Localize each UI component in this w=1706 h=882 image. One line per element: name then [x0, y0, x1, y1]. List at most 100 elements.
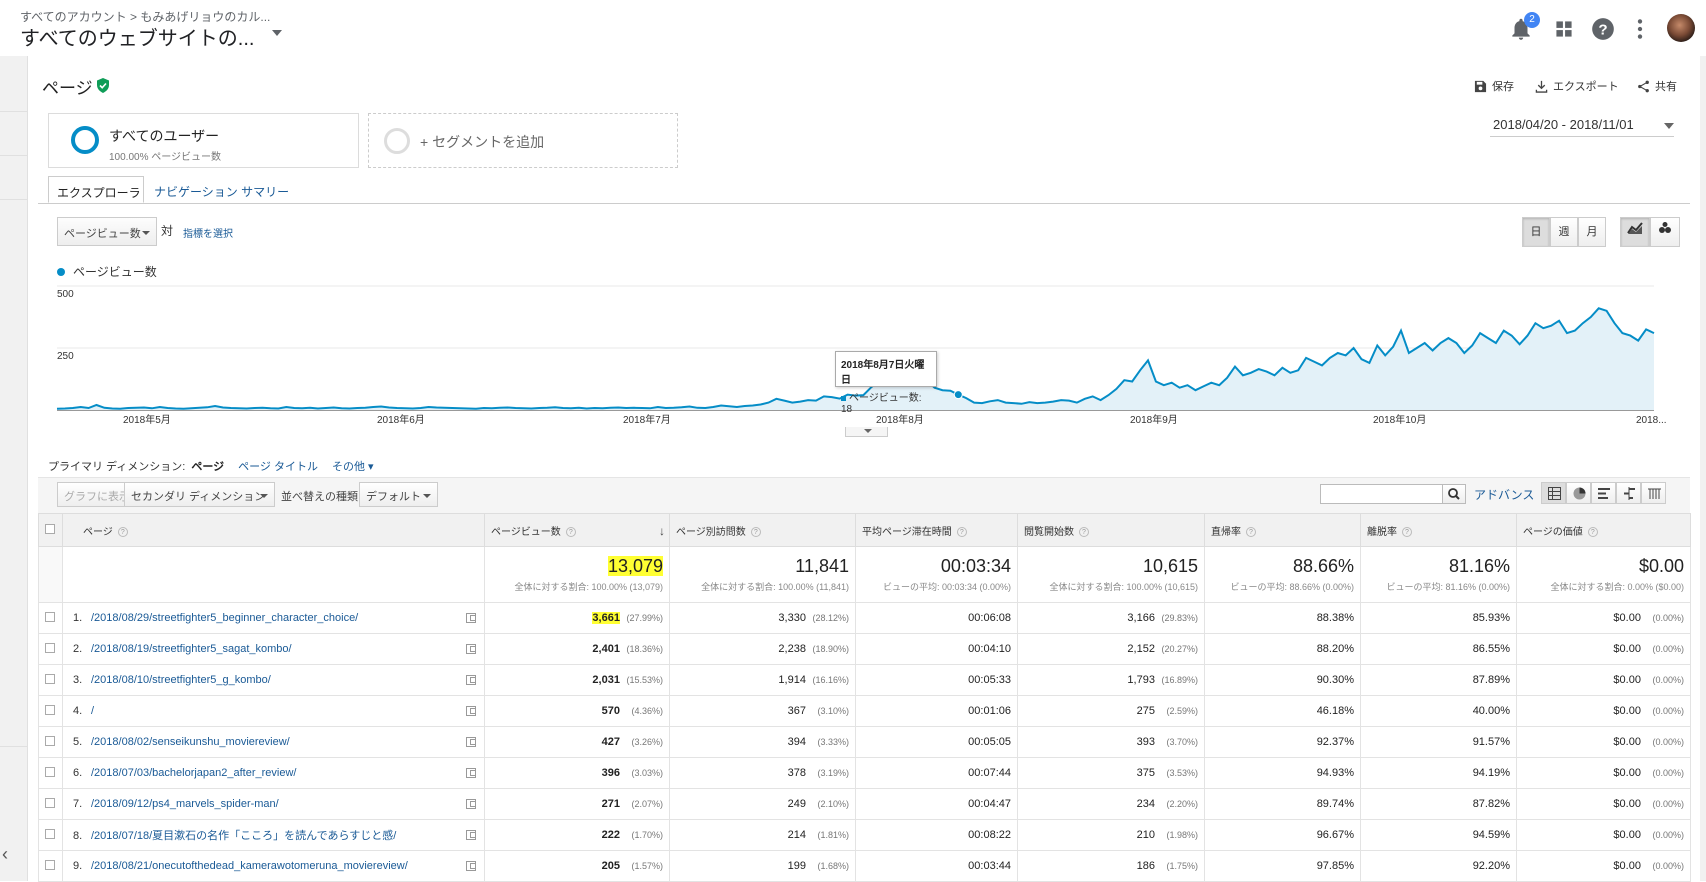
term-cloud-view-button[interactable]	[1641, 482, 1666, 504]
page-link[interactable]: /2018/09/12/ps4_marvels_spider-man/	[91, 798, 279, 810]
row-index: 8.	[73, 830, 83, 842]
column-header-pageviews[interactable]: ページビュー数? ↓	[484, 513, 670, 547]
page-scrollbar[interactable]	[1700, 56, 1706, 881]
row-checkbox[interactable]	[45, 642, 55, 653]
totals-label-cell	[62, 546, 485, 603]
avg-time-cell: 00:07:44	[855, 757, 1018, 789]
secondary-dimension-select[interactable]: セカンダリ ディメンション	[124, 482, 275, 507]
column-header-avg-time[interactable]: 平均ページ滞在時間?	[855, 513, 1018, 547]
column-header-page-value[interactable]: ページの価値?	[1516, 513, 1691, 547]
open-external-icon[interactable]	[466, 613, 476, 623]
column-header-entrances[interactable]: 閲覧開始数?	[1017, 513, 1205, 547]
cell-percent: (3.33%)	[817, 737, 849, 747]
help-icon[interactable]: ?	[956, 526, 967, 537]
advanced-filter-link[interactable]: アドバンス	[1474, 486, 1534, 503]
column-header-unique-pageviews[interactable]: ページ別訪問数?	[669, 513, 856, 547]
cell-value: 00:04:47	[968, 798, 1011, 810]
open-external-icon[interactable]	[466, 737, 476, 747]
totals-checkbox-cell	[38, 546, 63, 603]
row-index: 7.	[73, 798, 83, 810]
cell-value: 92.20%	[1472, 860, 1510, 872]
sort-desc-icon[interactable]: ↓	[659, 524, 665, 538]
row-checkbox[interactable]	[45, 859, 55, 870]
table-row: 6. /2018/07/03/bachelorjapan2_after_revie…	[38, 757, 1691, 789]
page-link[interactable]: /2018/08/21/onecutofthedead_kamerawotome…	[91, 860, 408, 872]
cell-percent: (2.59%)	[1166, 706, 1198, 716]
cell-percent: (0.00%)	[1652, 768, 1684, 778]
help-icon[interactable]: ?	[565, 526, 576, 537]
open-external-icon[interactable]	[466, 644, 476, 654]
table-search-input[interactable]	[1320, 484, 1443, 504]
collapse-chart-toggle[interactable]	[845, 427, 888, 437]
page-link[interactable]: /2018/08/10/streetfighter5_g_kombo/	[91, 674, 271, 686]
help-icon[interactable]: ?	[1587, 526, 1598, 537]
search-button[interactable]	[1442, 484, 1466, 504]
performance-view-button[interactable]	[1591, 482, 1616, 504]
page-link[interactable]: /2018/07/18/夏目漱石の名作「こころ」を読んであらすじと感/	[91, 830, 396, 842]
open-external-icon[interactable]	[466, 706, 476, 716]
help-icon[interactable]: ?	[1402, 526, 1412, 537]
avg-time-cell: 00:01:06	[855, 695, 1018, 727]
totals-cell: 88.66% ビューの平均: 88.66% (0.00%)	[1204, 546, 1361, 603]
open-external-icon[interactable]	[466, 675, 476, 685]
row-checkbox[interactable]	[45, 704, 55, 715]
column-label: 平均ページ滞在時間	[862, 526, 952, 538]
column-header-exit-rate[interactable]: 離脱率?	[1360, 513, 1517, 547]
page-link[interactable]: /2018/07/03/bachelorjapan2_after_review/	[91, 767, 296, 779]
hover-point[interactable]	[953, 390, 963, 400]
select-all-checkbox[interactable]	[45, 523, 55, 534]
row-checkbox[interactable]	[45, 797, 55, 808]
page-link[interactable]: /	[91, 705, 94, 717]
help-icon[interactable]: ?	[1246, 526, 1256, 537]
unique-pageviews-cell: 394 (3.33%)	[669, 726, 856, 758]
column-header-page[interactable]: ページ?	[62, 513, 485, 547]
row-index: 2.	[73, 643, 83, 655]
cell-percent: (1.75%)	[1166, 861, 1198, 871]
totals-cell: 13,079 全体に対する割合: 100.00% (13,079)	[484, 546, 670, 603]
open-external-icon[interactable]	[466, 768, 476, 778]
chart-tooltip: 2018年8月7日火曜日 ページビュー数: 18	[835, 351, 937, 415]
cell-percent: (16.16%)	[812, 675, 849, 685]
page-link[interactable]: /2018/08/19/streetfighter5_sagat_kombo/	[91, 643, 292, 655]
row-checkbox[interactable]	[45, 673, 55, 684]
dimension-page-title[interactable]: ページ タイトル	[238, 458, 318, 474]
open-external-icon[interactable]	[466, 861, 476, 871]
row-checkbox[interactable]	[45, 735, 55, 746]
table-row: 2. /2018/08/19/streetfighter5_sagat_kombo…	[38, 633, 1691, 665]
sort-type-select[interactable]: デフォルト	[359, 482, 438, 507]
select-all-header[interactable]	[38, 513, 63, 547]
series-swatch-icon	[841, 395, 846, 401]
help-icon[interactable]: ?	[117, 526, 128, 537]
dimension-page[interactable]: ページ	[191, 458, 224, 474]
unique-pageviews-cell: 214 (1.81%)	[669, 819, 856, 851]
avg-time-cell: 00:04:10	[855, 633, 1018, 665]
help-icon[interactable]: ?	[1079, 526, 1089, 537]
cell-value: 271	[601, 798, 620, 810]
dimension-other[interactable]: その他 ▾	[332, 458, 374, 474]
expand-sidebar-icon[interactable]: ‹	[2, 844, 8, 865]
page-link[interactable]: /2018/08/02/senseikunshu_moviereview/	[91, 736, 290, 748]
entrances-cell: 3,166 (29.83%)	[1017, 602, 1205, 634]
column-header-bounce-rate[interactable]: 直帰率?	[1204, 513, 1361, 547]
cell-percent: (1.81%)	[817, 830, 849, 840]
cell-value: 97.85%	[1316, 860, 1354, 872]
open-external-icon[interactable]	[466, 799, 476, 809]
cell-value: 427	[601, 736, 620, 748]
help-icon[interactable]: ?	[750, 526, 761, 537]
total-subtext: 全体に対する割合: 100.00% (11,841)	[701, 582, 849, 592]
sort-type-label: 並べ替えの種類:	[281, 491, 362, 503]
cell-percent: (3.26%)	[631, 737, 663, 747]
row-checkbox[interactable]	[45, 611, 55, 622]
data-table-view-button[interactable]	[1541, 482, 1566, 504]
page-link[interactable]: /2018/08/29/streetfighter5_beginner_char…	[91, 612, 358, 624]
totals-cell: 00:03:34 ビューの平均: 00:03:34 (0.00%)	[855, 546, 1018, 603]
column-label: ページ別訪問数	[676, 526, 746, 538]
totals-cell: 10,615 全体に対する割合: 100.00% (10,615)	[1017, 546, 1205, 603]
row-checkbox[interactable]	[45, 828, 55, 839]
row-checkbox[interactable]	[45, 766, 55, 777]
cell-value: 00:05:33	[968, 674, 1011, 686]
percentage-view-button[interactable]	[1566, 482, 1591, 504]
open-external-icon[interactable]	[466, 830, 476, 840]
comparison-view-button[interactable]	[1616, 482, 1641, 504]
page-value-cell: $0.00 (0.00%)	[1516, 757, 1691, 789]
